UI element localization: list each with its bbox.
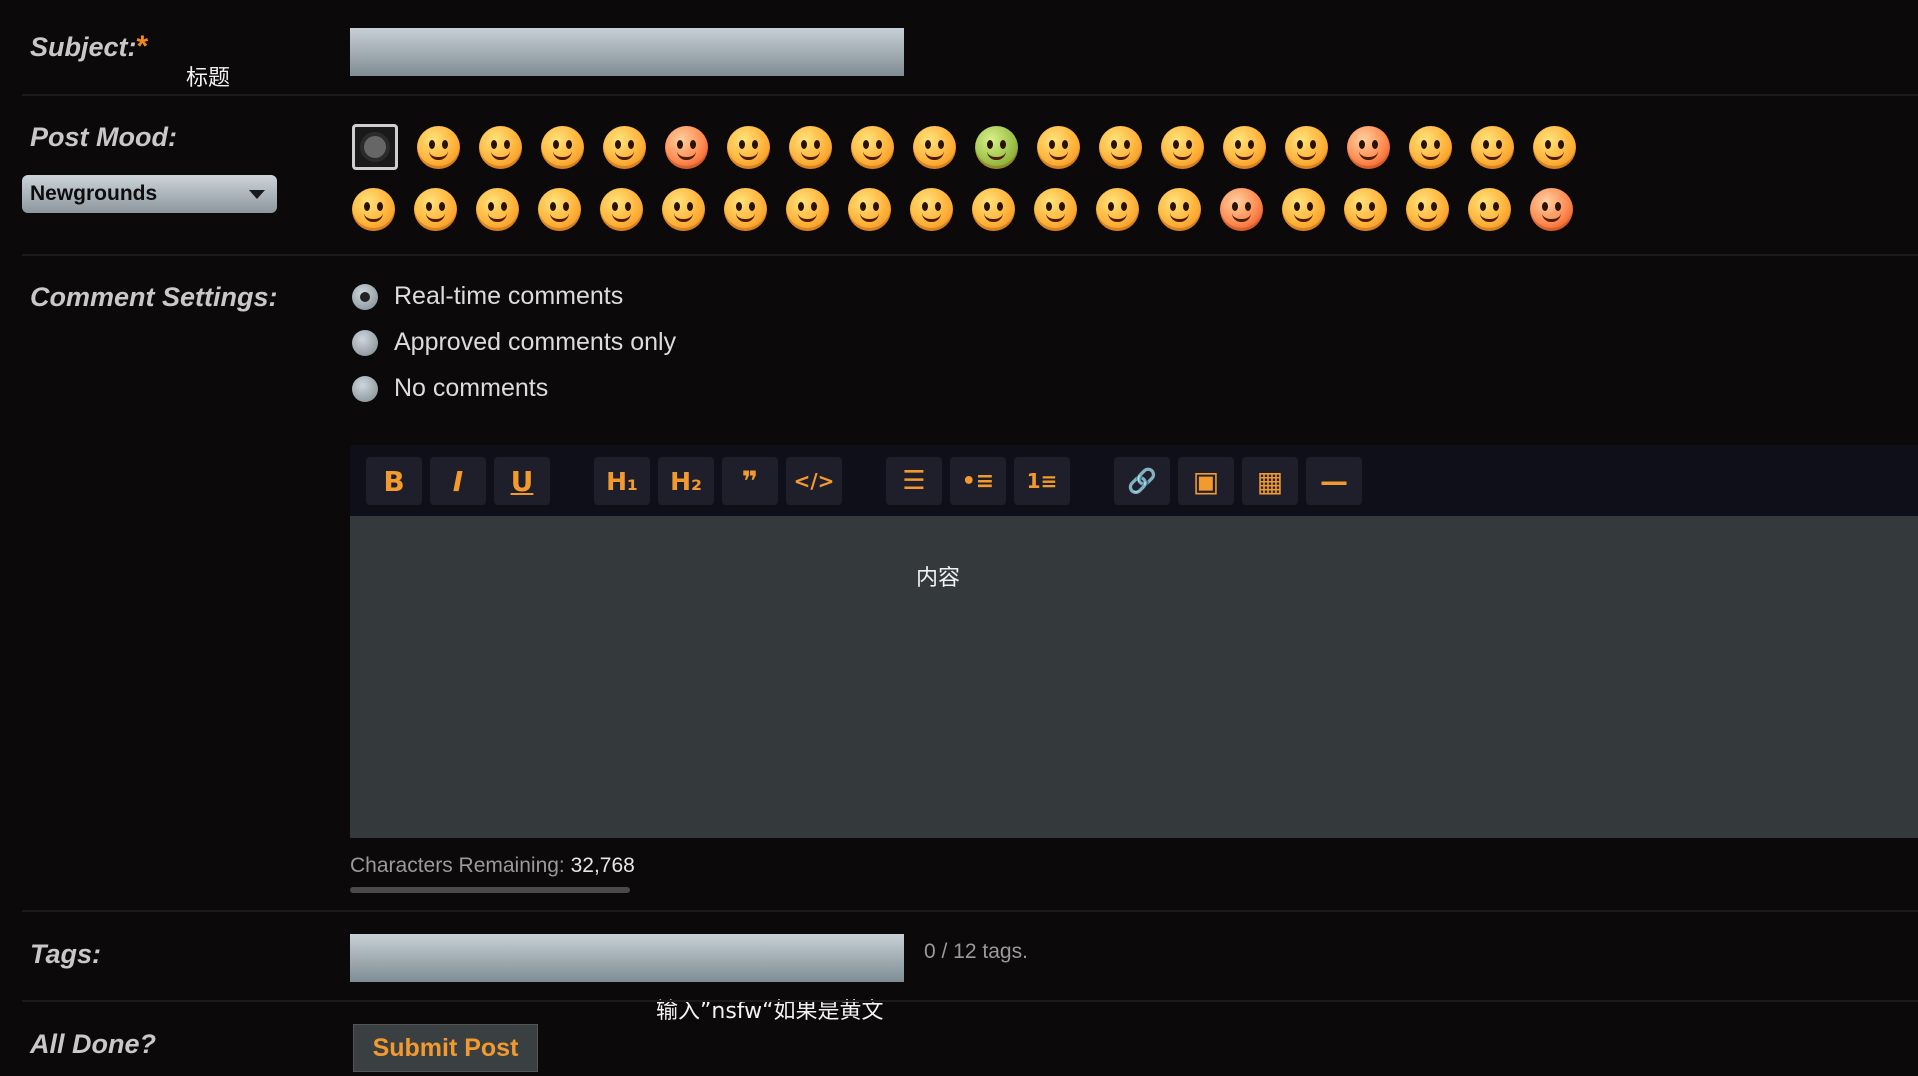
radio-label-realtime: Real-time comments	[394, 282, 624, 310]
heading1-button[interactable]: H₁	[594, 457, 650, 505]
radio-realtime[interactable]	[352, 283, 378, 310]
mood-relieved-icon[interactable]	[851, 125, 894, 169]
radio-approved[interactable]	[352, 329, 378, 356]
comment-option-realtime[interactable]: Real-time comments	[352, 282, 623, 311]
radio-label-approved: Approved comments only	[394, 328, 677, 356]
mood-squint-icon[interactable]	[910, 187, 953, 231]
mood-smile-icon[interactable]	[417, 125, 460, 169]
image-button[interactable]: ▣	[1178, 457, 1234, 505]
mood-angel-icon[interactable]	[538, 187, 581, 231]
underline-button[interactable]: U	[494, 457, 550, 505]
heading2-button[interactable]: H₂	[658, 457, 714, 505]
mood-kiss-icon[interactable]	[662, 187, 705, 231]
mood-hurt-icon[interactable]	[972, 187, 1015, 231]
radio-none[interactable]	[352, 375, 378, 402]
mood-smirk-icon[interactable]	[1471, 125, 1514, 169]
tags-input[interactable]	[350, 934, 904, 982]
mood-dead-icon[interactable]	[600, 187, 643, 231]
comment-option-approved[interactable]: Approved comments only	[352, 328, 676, 357]
mood-sick-icon[interactable]	[975, 125, 1018, 169]
mood-nerd-icon[interactable]	[1096, 187, 1139, 231]
mood-crazy-icon[interactable]	[1344, 187, 1387, 231]
mood-none-icon[interactable]	[352, 124, 398, 170]
mood-in-love-icon[interactable]	[1530, 187, 1573, 231]
mood-annoyed-icon[interactable]	[1223, 125, 1266, 169]
mood-sneaky-icon[interactable]	[476, 187, 519, 231]
comment-option-none[interactable]: No comments	[352, 374, 548, 403]
mood-pouty-icon[interactable]	[352, 187, 395, 231]
mood-thinking-icon[interactable]	[724, 187, 767, 231]
mood-sad-icon[interactable]	[1099, 125, 1142, 169]
chars-remaining-value: 32,768	[570, 854, 635, 877]
mood-evil-grin-icon[interactable]	[1409, 125, 1452, 169]
mood-depressed-icon[interactable]	[1158, 187, 1201, 231]
mood-crying-icon[interactable]	[1161, 125, 1204, 169]
mood-angry-icon[interactable]	[1347, 125, 1390, 169]
mood-grin-icon[interactable]	[479, 125, 522, 169]
mood-frustrated-icon[interactable]	[1285, 125, 1328, 169]
mood-zipped-icon[interactable]	[1406, 187, 1449, 231]
mood-select[interactable]: Newgrounds	[22, 175, 277, 213]
mood-shocked-icon[interactable]	[913, 125, 956, 169]
code-button[interactable]: </>	[786, 457, 842, 505]
radio-label-none: No comments	[394, 374, 549, 402]
bullet-list-button[interactable]: •≡	[950, 457, 1006, 505]
mood-neutral-icon[interactable]	[414, 187, 457, 231]
tags-label: Tags:	[30, 939, 102, 969]
mood-sleepy-icon[interactable]	[1282, 187, 1325, 231]
mood-tongue-icon[interactable]	[603, 125, 646, 169]
mood-select-value: Newgrounds	[30, 182, 158, 205]
editor-toolbar: B I U H₁ H₂ ❞ </> ☰ •≡ 1≡ 🔗 ▣ ▦ —	[350, 445, 1918, 516]
mood-worried-icon[interactable]	[1037, 125, 1080, 169]
mood-laughing-icon[interactable]	[786, 187, 829, 231]
italic-button[interactable]: I	[430, 457, 486, 505]
subject-annotation: 标题	[186, 66, 231, 91]
mood-injured-icon[interactable]	[1220, 187, 1263, 231]
subject-input[interactable]	[350, 28, 904, 76]
comment-settings-label: Comment Settings:	[30, 282, 278, 312]
chars-remaining-label: Characters Remaining:	[350, 854, 565, 877]
mood-skeptical-icon[interactable]	[727, 125, 770, 169]
chars-remaining-bar	[350, 887, 630, 893]
subject-label: Subject:*	[30, 30, 149, 63]
mood-content-icon[interactable]	[1533, 125, 1576, 169]
horizontal-rule-button[interactable]: —	[1306, 457, 1362, 505]
numbered-list-button[interactable]: 1≡	[1014, 457, 1070, 505]
tags-count: 0 / 12 tags.	[924, 940, 1028, 963]
content-annotation: 内容	[916, 566, 961, 591]
characters-remaining: Characters Remaining: 32,768	[350, 854, 635, 878]
post-mood-label: Post Mood:	[30, 122, 177, 152]
mood-pleading-icon[interactable]	[1468, 187, 1511, 231]
bold-button[interactable]: B	[366, 457, 422, 505]
video-button[interactable]: ▦	[1242, 457, 1298, 505]
submit-post-button[interactable]: Submit Post	[353, 1024, 538, 1072]
mood-blush-icon[interactable]	[665, 125, 708, 169]
mood-unamused-icon[interactable]	[848, 187, 891, 231]
link-button[interactable]: 🔗	[1114, 457, 1170, 505]
mood-cool-icon[interactable]	[1034, 187, 1077, 231]
chevron-down-icon	[249, 190, 265, 199]
mood-surprised-icon[interactable]	[789, 125, 832, 169]
all-done-label: All Done?	[30, 1029, 156, 1059]
mood-wink-icon[interactable]	[541, 125, 584, 169]
tags-annotation: 输入”nsfw“如果是黄文	[656, 999, 884, 1024]
required-mark: *	[136, 30, 149, 63]
align-left-button[interactable]: ☰	[886, 457, 942, 505]
post-content-editor[interactable]: 内容	[350, 516, 1918, 838]
mood-picker	[352, 116, 1602, 240]
quote-button[interactable]: ❞	[722, 457, 778, 505]
